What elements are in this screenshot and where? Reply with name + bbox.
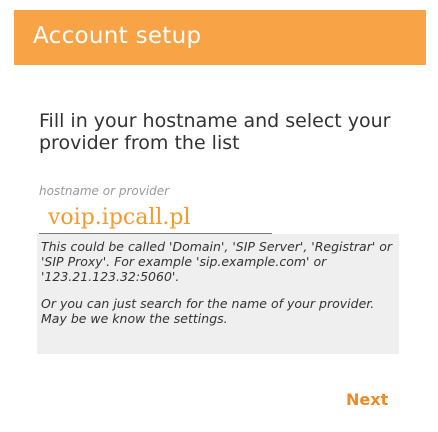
help-text-search: Or you can just search for the name of y… bbox=[41, 296, 375, 326]
instruction-text: Fill in your hostname and select your pr… bbox=[39, 110, 391, 154]
help-text-domain: This could be called 'Domain', 'SIP Serv… bbox=[41, 239, 393, 284]
hostname-field-label: hostname or provider bbox=[39, 184, 170, 198]
account-setup-screen: Account setup Fill in your hostname and … bbox=[0, 0, 438, 432]
hostname-field bbox=[39, 203, 272, 235]
header-bar: Account setup bbox=[14, 10, 426, 65]
page-title: Account setup bbox=[33, 23, 202, 49]
help-box: This could be called 'Domain', 'SIP Serv… bbox=[37, 234, 399, 354]
next-button[interactable]: Next bbox=[346, 385, 408, 413]
hostname-input[interactable] bbox=[39, 203, 272, 231]
